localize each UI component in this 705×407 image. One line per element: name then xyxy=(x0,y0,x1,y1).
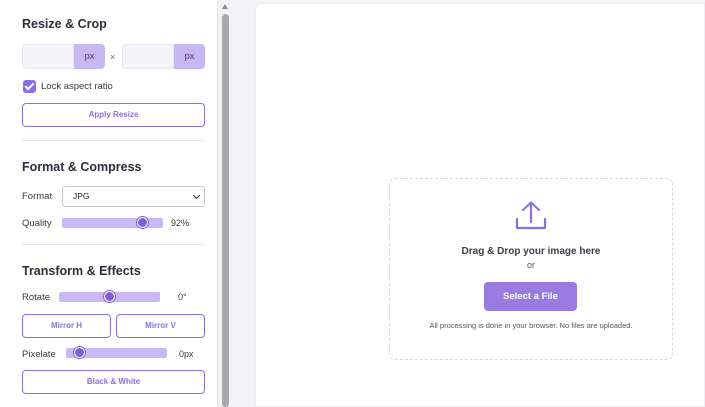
format-label: Format xyxy=(22,191,53,202)
privacy-note: All processing is done in your browser. … xyxy=(429,321,633,330)
scrollbar-thumb[interactable] xyxy=(222,14,229,407)
sidebar-scrollbar[interactable] xyxy=(219,0,232,407)
rotate-slider-thumb[interactable] xyxy=(104,291,115,302)
dropzone-title: Drag & Drop your image here xyxy=(461,246,601,257)
select-file-button[interactable]: Select a File xyxy=(484,282,577,311)
height-unit-label: px xyxy=(174,44,205,69)
resize-section-title: Resize & Crop xyxy=(22,17,107,31)
height-input[interactable] xyxy=(122,44,174,69)
quality-slider-thumb[interactable] xyxy=(137,217,148,228)
width-unit-label: px xyxy=(74,44,105,69)
apply-resize-button[interactable]: Apply Resize xyxy=(22,103,205,127)
lock-aspect-label: Lock aspect ratio xyxy=(41,81,113,92)
upload-icon xyxy=(515,201,547,230)
rotate-value: 0° xyxy=(178,292,187,302)
mirror-h-button[interactable]: Mirror H xyxy=(22,314,111,338)
quality-value: 92% xyxy=(171,218,190,228)
sidebar-panel: Resize & Crop px × px Lock aspect ratio … xyxy=(0,0,218,407)
pixelate-value: 0px xyxy=(179,349,194,359)
section-divider xyxy=(22,244,205,245)
mirror-v-button[interactable]: Mirror V xyxy=(116,314,205,338)
quality-label: Quality xyxy=(22,218,52,229)
pixelate-slider-thumb[interactable] xyxy=(74,347,85,358)
rotate-label: Rotate xyxy=(22,292,50,303)
black-white-button[interactable]: Black & White xyxy=(22,370,205,394)
width-input[interactable] xyxy=(22,44,74,69)
lock-aspect-checkbox[interactable] xyxy=(23,80,36,93)
scroll-up-arrow-icon[interactable] xyxy=(222,4,228,9)
format-section-title: Format & Compress xyxy=(22,160,142,174)
format-select[interactable]: JPG xyxy=(62,186,205,207)
dropzone-or-text: or xyxy=(526,260,535,270)
section-divider xyxy=(22,140,205,141)
transform-section-title: Transform & Effects xyxy=(22,264,141,278)
format-select-value: JPG xyxy=(73,191,90,201)
chevron-down-icon xyxy=(192,191,201,200)
dimension-separator: × xyxy=(110,52,116,62)
pixelate-label: Pixelate xyxy=(22,349,56,360)
